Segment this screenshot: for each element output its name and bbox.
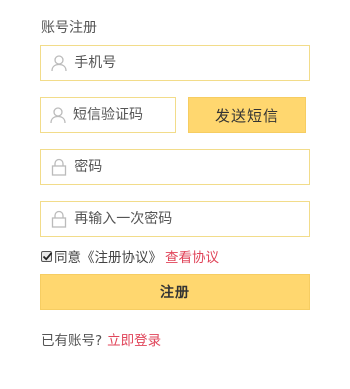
user-icon [49,52,68,74]
page-title: 账号注册 [41,20,97,36]
sms-code-input[interactable] [73,107,175,123]
password-field[interactable] [40,149,310,185]
sms-code-field[interactable] [40,97,176,133]
register-page: 账号注册 发送短信 [0,0,350,389]
agreement-row: 同意《注册协议》 查看协议 [41,246,219,266]
password-input[interactable] [74,159,309,175]
lock-icon [49,208,68,230]
user-icon [49,104,67,126]
view-agreement-link[interactable]: 查看协议 [165,246,219,266]
phone-input[interactable] [74,55,309,71]
lock-icon [49,156,68,178]
login-prompt: 已有账号? 立即登录 [41,329,161,349]
confirm-password-input[interactable] [74,211,309,227]
has-account-text: 已有账号? [41,333,103,349]
login-link[interactable]: 立即登录 [107,329,161,349]
phone-field[interactable] [40,45,310,81]
register-button[interactable]: 注册 [40,274,310,310]
confirm-password-field[interactable] [40,201,310,237]
agree-checkbox[interactable] [41,250,53,262]
agree-label[interactable]: 同意《注册协议》 [54,246,162,266]
send-sms-button[interactable]: 发送短信 [188,97,306,133]
check-icon [42,251,53,261]
